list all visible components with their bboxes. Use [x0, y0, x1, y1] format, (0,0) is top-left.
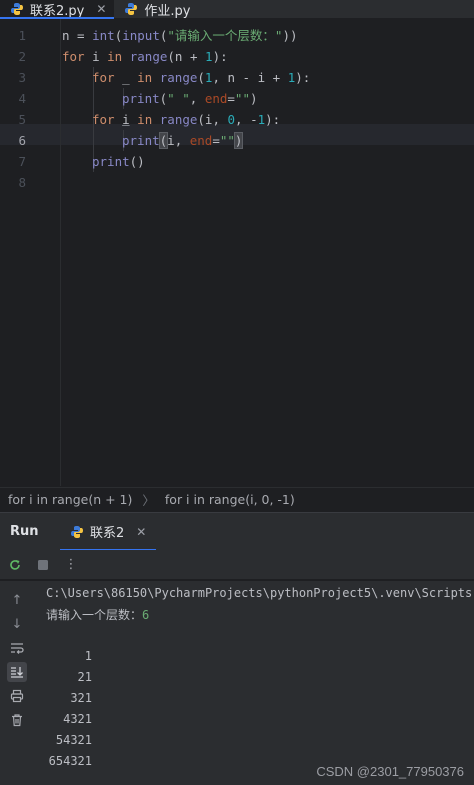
- scroll-down-button[interactable]: ↓: [7, 614, 27, 634]
- scroll-up-button[interactable]: ↑: [7, 590, 27, 610]
- scroll-to-end-icon: [11, 667, 23, 678]
- line-number: 3: [18, 70, 26, 85]
- line-number: 6: [18, 133, 26, 148]
- code-line-2: for i in range(n + 1):: [62, 49, 228, 64]
- rerun-button[interactable]: [6, 556, 24, 574]
- console-path-line: C:\Users\86150\PycharmProjects\pythonPro…: [46, 586, 473, 600]
- tab-lianxi2[interactable]: 联系2.py ✕: [0, 0, 115, 19]
- code-line-7: print(): [92, 154, 145, 169]
- clear-all-button[interactable]: [7, 710, 27, 730]
- output-row: 4321: [63, 712, 92, 726]
- run-config-tab[interactable]: 联系2 ✕: [60, 513, 157, 551]
- output-row: 1: [84, 649, 92, 663]
- close-icon[interactable]: ✕: [96, 2, 106, 16]
- run-tab-label: 联系2: [90, 526, 125, 541]
- run-title: Run: [10, 524, 39, 539]
- line-number: 7: [18, 154, 26, 169]
- output-row: 54321: [55, 733, 92, 747]
- line-number: 2: [18, 49, 26, 64]
- line-number: 1: [18, 28, 26, 43]
- soft-wrap-button[interactable]: [7, 638, 27, 658]
- tab-label: 联系2.py: [30, 3, 85, 19]
- python-icon: [125, 3, 138, 15]
- code-line-3: for _ in range(1, n - i + 1):: [92, 70, 311, 85]
- run-tool-window-header: Run 联系2 ✕: [0, 512, 474, 551]
- output-row: 321: [70, 691, 92, 705]
- line-number-gutter: 1 2 3 4 5 6 7 8: [0, 19, 61, 486]
- rerun-icon: [10, 559, 20, 570]
- printer-icon: [10, 689, 24, 703]
- watermark: CSDN @2301_77950376: [316, 764, 464, 779]
- editor-tab-bar: 联系2.py ✕ 作业.py: [0, 0, 474, 19]
- breadcrumb-item[interactable]: for i in range(n + 1): [8, 492, 132, 507]
- stop-icon: [38, 559, 48, 570]
- trash-icon: [12, 714, 22, 727]
- console-prompt-line: 请输入一个层数：6: [46, 605, 149, 625]
- code-editor[interactable]: 1 2 3 4 5 6 7 8 n = int(input("请输入一个层数："…: [0, 19, 474, 486]
- console-input-value: 6: [142, 608, 150, 622]
- breadcrumb: for i in range(n + 1) 〉 for i in range(i…: [0, 487, 474, 511]
- line-number: 4: [18, 91, 26, 106]
- line-number: 5: [18, 112, 26, 127]
- tab-zuoye[interactable]: 作业.py: [114, 0, 198, 19]
- scroll-to-end-button[interactable]: [7, 662, 27, 682]
- python-icon: [11, 3, 23, 15]
- text-caret: [241, 134, 243, 149]
- output-row: 654321: [48, 754, 92, 768]
- code-line-4: print(" ", end=""): [122, 91, 258, 106]
- console-output[interactable]: C:\Users\86150\PycharmProjects\pythonPro…: [34, 581, 474, 785]
- breadcrumb-item[interactable]: for i in range(i, 0, -1): [165, 492, 295, 507]
- soft-wrap-icon: [11, 643, 24, 654]
- run-side-toolbar: ↑ ↓: [0, 581, 34, 785]
- close-icon[interactable]: ✕: [136, 525, 146, 539]
- line-number: 8: [18, 175, 26, 190]
- run-toolbar: ⋮: [0, 550, 474, 580]
- tab-label: 作业.py: [144, 3, 191, 19]
- print-button[interactable]: [7, 686, 27, 706]
- more-options-button[interactable]: ⋮: [62, 556, 80, 574]
- python-icon: [71, 525, 83, 538]
- arrow-down-icon: ↓: [11, 616, 23, 632]
- chevron-right-icon: 〉: [142, 493, 155, 508]
- code-line-1: n = int(input("请输入一个层数：")): [62, 28, 298, 43]
- code-line-6: print(i, end=""): [122, 132, 244, 149]
- more-vertical-icon: ⋮: [64, 557, 78, 572]
- output-row: 21: [77, 670, 92, 684]
- arrow-up-icon: ↑: [11, 592, 23, 608]
- code-line-5: for i in range(i, 0, -1):: [92, 112, 281, 127]
- stop-button[interactable]: [34, 556, 52, 574]
- console-prompt: 请输入一个层数：: [46, 608, 143, 622]
